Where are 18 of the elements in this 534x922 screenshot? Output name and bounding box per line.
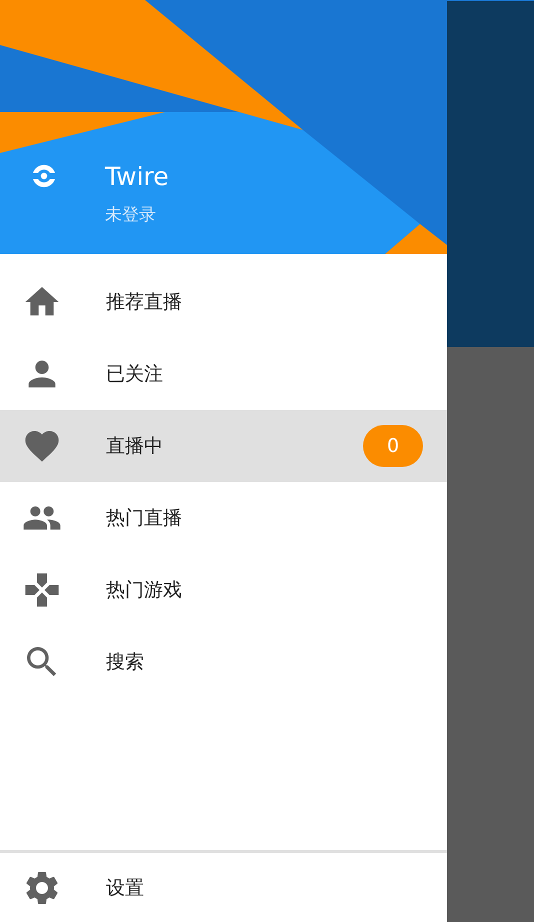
menu-item[interactable]: 热门直播 bbox=[0, 482, 447, 554]
menu-item[interactable]: 已关注 bbox=[0, 338, 447, 410]
menu-item[interactable]: 搜索 bbox=[0, 626, 447, 698]
menu-label: 推荐直播 bbox=[106, 290, 183, 315]
settings-label: 设置 bbox=[106, 876, 145, 900]
eye-logo-icon bbox=[30, 162, 58, 190]
count-badge: 0 bbox=[363, 425, 423, 467]
menu-item[interactable]: 推荐直播 bbox=[0, 266, 447, 338]
settings-item[interactable]: 设置 bbox=[0, 853, 447, 922]
menu-label: 已关注 bbox=[106, 362, 164, 387]
menu-item[interactable]: 直播中 0 bbox=[0, 410, 447, 482]
menu-item[interactable]: 热门游戏 bbox=[0, 554, 447, 626]
menu-label: 热门游戏 bbox=[106, 578, 183, 603]
menu-label: 直播中 bbox=[106, 434, 164, 459]
account-status: 未登录 bbox=[105, 204, 157, 226]
menu-label: 搜索 bbox=[106, 650, 145, 675]
app-name: Twire bbox=[105, 161, 169, 193]
menu-label: 热门直播 bbox=[106, 506, 183, 531]
